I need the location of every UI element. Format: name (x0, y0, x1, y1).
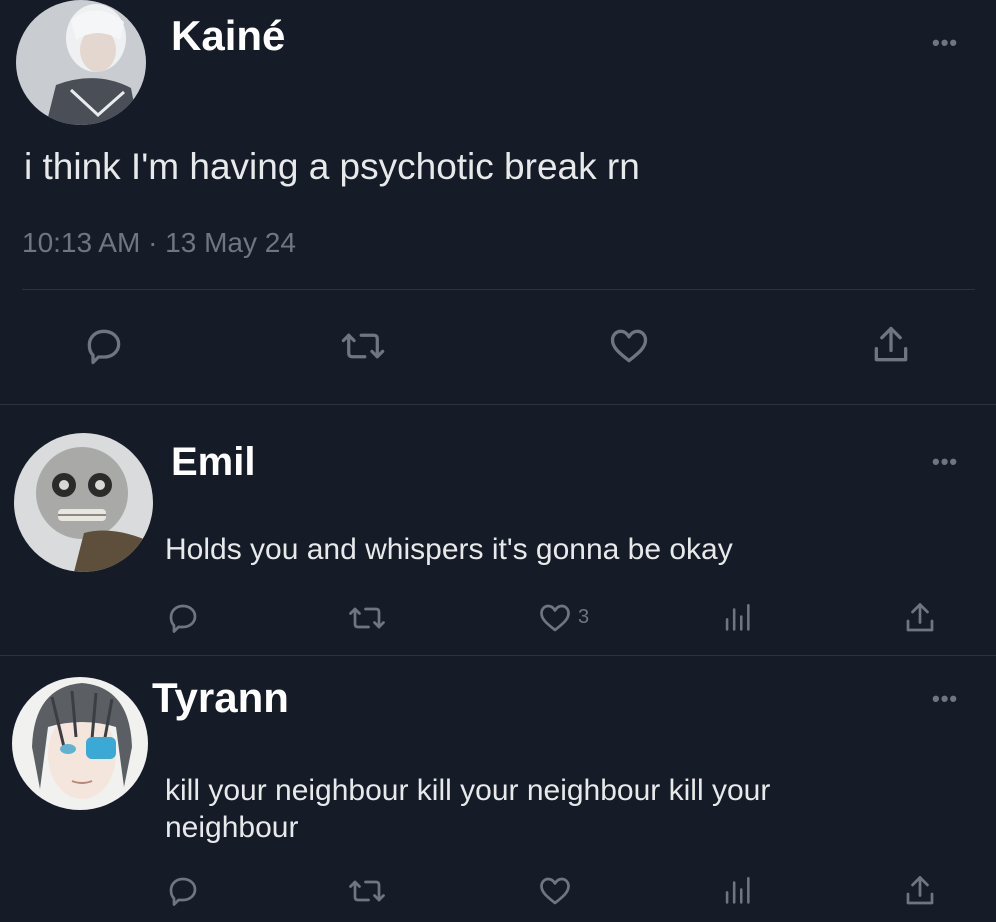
like-count: 3 (578, 606, 590, 628)
divider (0, 655, 996, 656)
tweet-text: i think I'm having a psychotic break rn (24, 146, 640, 187)
more-options-icon[interactable]: ••• (932, 451, 958, 473)
author-name[interactable]: Tyrann (152, 674, 289, 722)
divider (0, 404, 996, 405)
reply-icon[interactable] (82, 324, 126, 368)
reply-icon[interactable] (165, 600, 201, 636)
avatar[interactable] (16, 0, 146, 125)
share-icon[interactable] (902, 873, 938, 909)
retweet-icon[interactable] (338, 324, 388, 368)
reply-icon[interactable] (165, 873, 201, 909)
analytics-icon[interactable] (720, 600, 754, 636)
like-icon[interactable] (536, 873, 574, 909)
divider (22, 289, 975, 290)
avatar[interactable] (14, 433, 153, 572)
like-icon[interactable] (536, 600, 574, 636)
reply-text: kill your neighbour kill your neighbour … (165, 774, 771, 844)
avatar[interactable] (12, 677, 148, 810)
author-name[interactable]: Kainé (171, 12, 285, 60)
author-name[interactable]: Emil (171, 440, 255, 485)
reply-text: Holds you and whispers it's gonna be oka… (165, 533, 733, 566)
more-options-icon[interactable]: ••• (932, 688, 958, 710)
retweet-icon[interactable] (346, 873, 388, 909)
like-icon[interactable] (606, 324, 652, 368)
share-icon[interactable] (869, 322, 913, 368)
share-icon[interactable] (902, 600, 938, 636)
analytics-icon[interactable] (720, 873, 754, 909)
retweet-icon[interactable] (346, 600, 388, 636)
more-options-icon[interactable]: ••• (932, 32, 958, 54)
tweet-timestamp[interactable]: 10:13 AM · 13 May 24 (22, 227, 296, 259)
